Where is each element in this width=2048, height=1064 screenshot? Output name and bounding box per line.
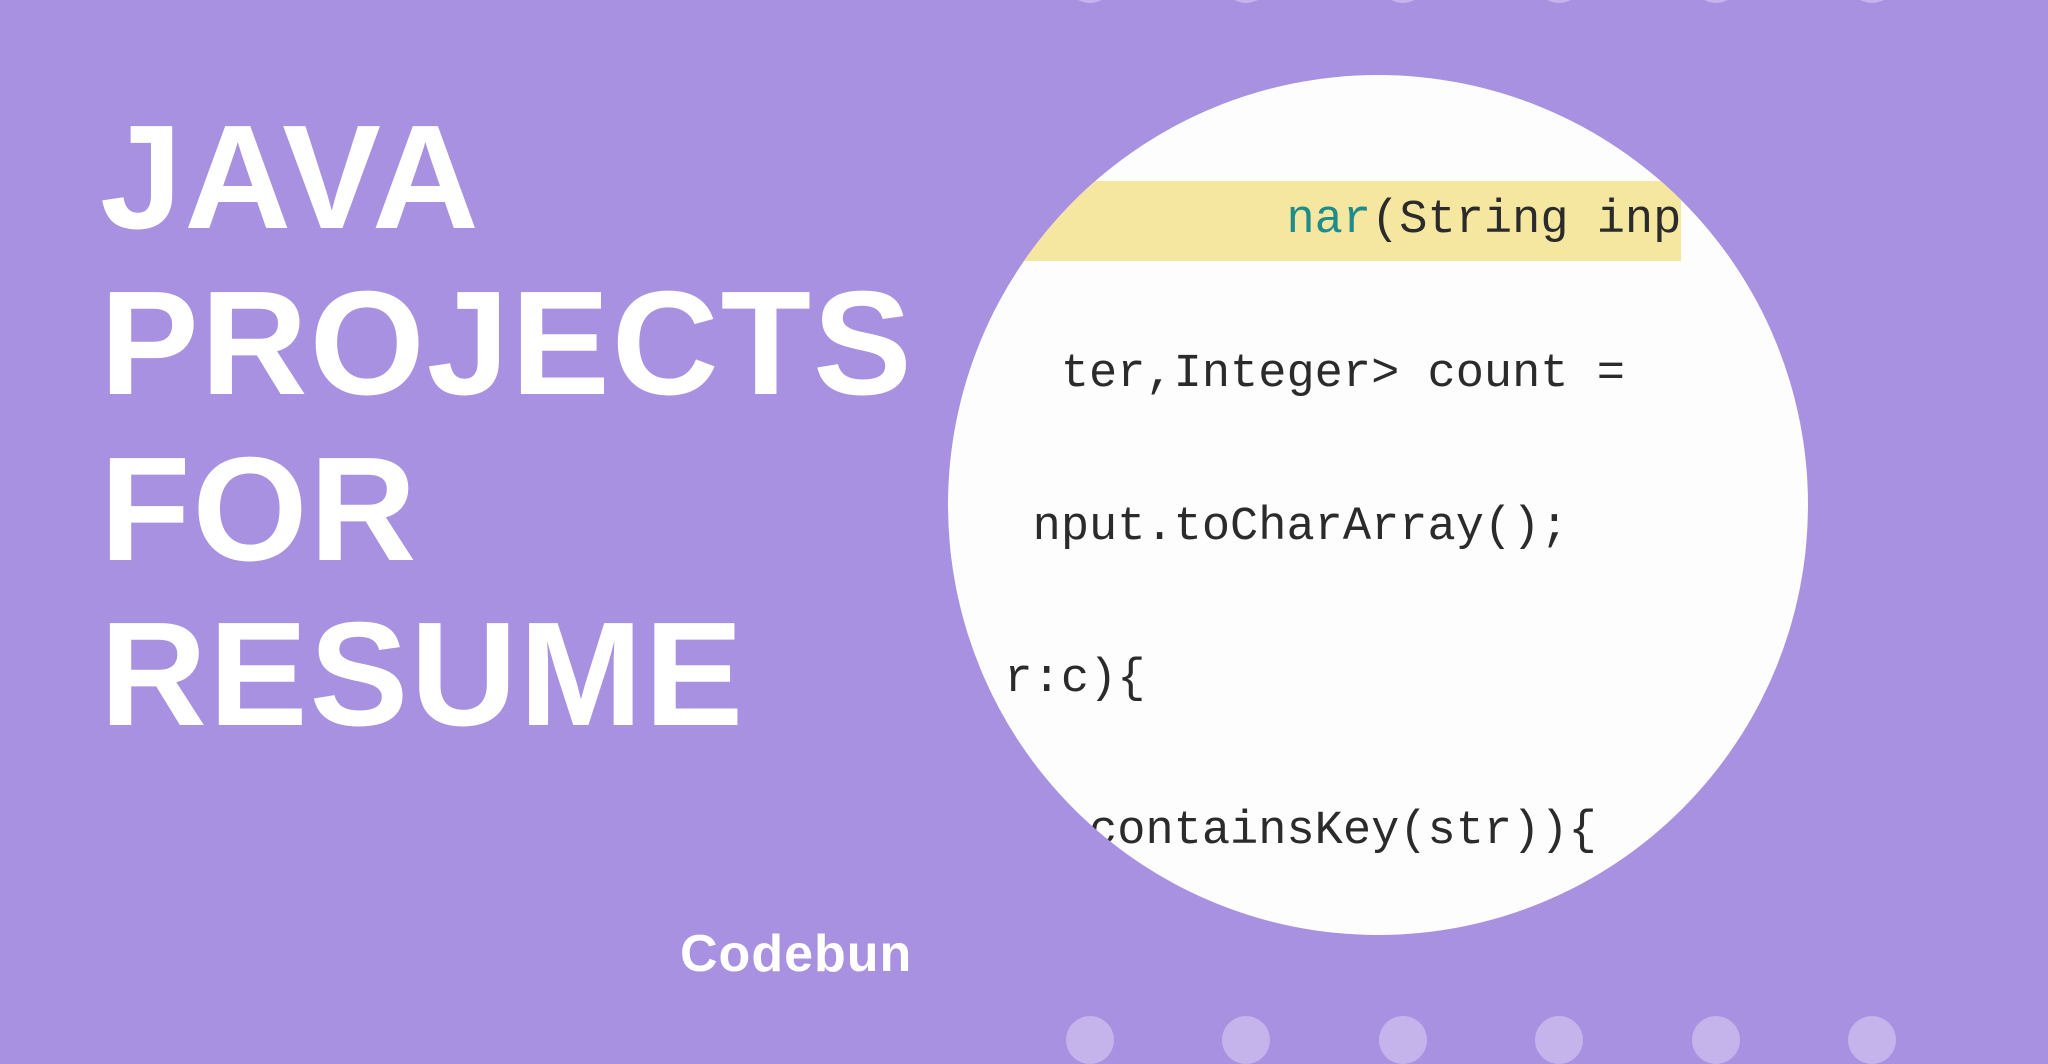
title-line: FOR <box>100 427 914 593</box>
code-line: r:c){ <box>948 642 1808 718</box>
decorative-dots-bottom <box>1014 1016 1948 1064</box>
code-snippet: nar(String inp ter,Integer> count = nput… <box>948 105 1808 935</box>
code-preview-circle: nar(String inp ter,Integer> count = nput… <box>948 75 1808 935</box>
dot-icon <box>1692 1016 1740 1064</box>
brand-label: Codebun <box>680 924 912 984</box>
dot-icon <box>1222 1016 1270 1064</box>
dot-icon <box>1066 0 1114 3</box>
title-line: JAVA <box>100 95 914 261</box>
dot-icon <box>1379 0 1427 3</box>
title-line: RESUME <box>100 592 914 758</box>
code-line: nt.containsKey(str)){ <box>948 794 1808 870</box>
dot-icon <box>1222 0 1270 3</box>
dot-icon <box>1066 1016 1114 1064</box>
decorative-dots-top <box>1014 0 1948 3</box>
dot-icon <box>1692 0 1740 3</box>
dot-icon <box>1379 1016 1427 1064</box>
code-token: (String inp <box>1371 194 1681 247</box>
dot-icon <box>1535 0 1583 3</box>
title-line: PROJECTS <box>100 261 914 427</box>
code-token: nar <box>1286 194 1371 247</box>
code-line: ter,Integer> count = <box>948 337 1808 413</box>
code-line: nput.toCharArray(); <box>948 490 1808 566</box>
dot-icon <box>1535 1016 1583 1064</box>
dot-icon <box>1848 0 1896 3</box>
page-title: JAVA PROJECTS FOR RESUME <box>100 95 914 758</box>
dot-icon <box>1848 1016 1896 1064</box>
